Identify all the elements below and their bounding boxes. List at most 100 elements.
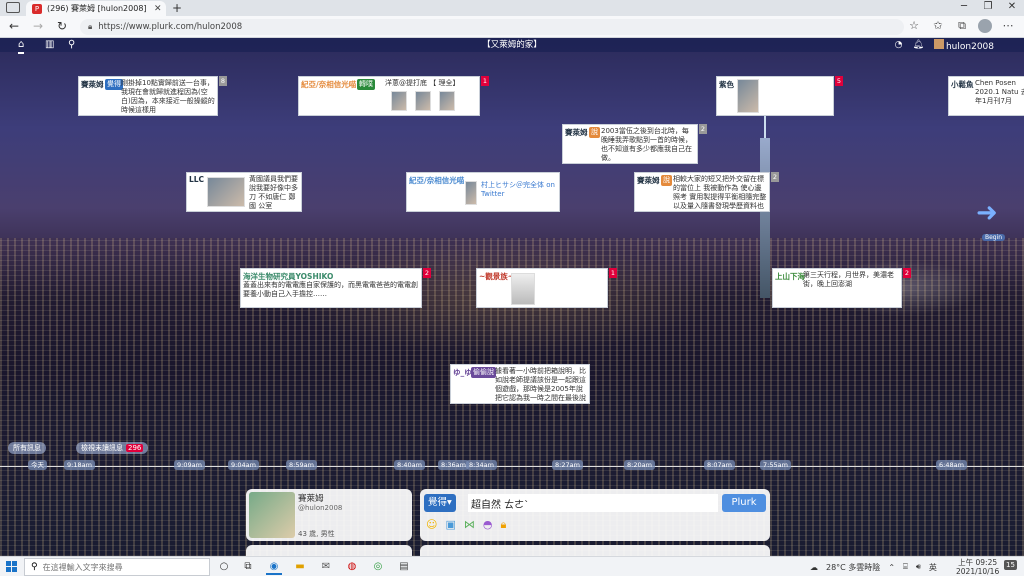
plurk-text: 洋蔥@提打底 【 理全】 bbox=[385, 79, 460, 87]
profile-photo[interactable] bbox=[249, 492, 295, 538]
image-upload-icon[interactable]: ▣ bbox=[445, 518, 455, 532]
plurk-page: ⌂ ▥ ⚲ 【又萊姆的家】 ◔ 🔔︎ hulon2008 賽萊姆 覺得 剛掛掉1… bbox=[0, 38, 1024, 556]
back-button[interactable]: ← bbox=[6, 19, 22, 33]
windows-start-icon[interactable] bbox=[6, 561, 17, 572]
response-count-badge[interactable]: 2 bbox=[771, 172, 779, 182]
plurk-author[interactable]: ゆ_ゆ bbox=[453, 367, 472, 378]
edge-beta-icon[interactable]: ◍ bbox=[344, 559, 360, 575]
plurk-author[interactable]: LLC bbox=[189, 175, 204, 184]
share-icon[interactable]: ⋈ bbox=[464, 518, 475, 532]
minimize-button[interactable]: ─ bbox=[952, 1, 976, 12]
lock-icon[interactable]: 🔒︎ bbox=[88, 22, 92, 32]
weather-icon[interactable]: ☁ bbox=[810, 563, 818, 572]
emoticon-icon[interactable]: ☺ bbox=[426, 518, 437, 532]
new-tab-button[interactable]: + bbox=[172, 1, 182, 15]
settings-icon[interactable]: ◔ bbox=[895, 40, 903, 50]
plurk-card[interactable]: ~觀景族~ bbox=[476, 268, 608, 308]
chrome-icon[interactable]: ◎ bbox=[370, 559, 386, 575]
collections-icon[interactable]: ⧉ bbox=[954, 19, 970, 33]
notification-center-icon[interactable]: 15 bbox=[1004, 560, 1017, 570]
mail-icon[interactable]: ✉ bbox=[318, 559, 334, 575]
profile-avatar[interactable] bbox=[978, 19, 992, 33]
forward-button[interactable]: → bbox=[30, 19, 46, 33]
filter-all-messages[interactable]: 所有訊息 bbox=[8, 442, 46, 454]
photo-thumbnail[interactable] bbox=[207, 177, 245, 207]
tray-overflow-icon[interactable]: ⌃ bbox=[888, 563, 895, 572]
mask-icon[interactable]: ◓ bbox=[483, 518, 493, 532]
photo-thumbnail[interactable] bbox=[737, 79, 759, 113]
plurk-card[interactable]: LLC 黃國議員我們要說我要好像中多刀 不如唐仁 鄭國 公室 bbox=[186, 172, 302, 212]
plurk-author[interactable]: 賽萊姆 bbox=[565, 127, 588, 138]
plurk-submit-button[interactable]: Plurk bbox=[722, 494, 766, 512]
page-title: 【又萊姆的家】 bbox=[482, 40, 542, 50]
plurk-author[interactable]: 小鬆魚 bbox=[951, 79, 974, 90]
cortana-icon[interactable]: ○ bbox=[216, 559, 232, 575]
task-view-icon[interactable]: ⧉ bbox=[240, 559, 256, 575]
unread-count-badge: 296 bbox=[126, 444, 144, 452]
edge-icon[interactable]: ◉ bbox=[266, 559, 282, 575]
response-count-badge[interactable]: 1 bbox=[481, 76, 489, 86]
plurk-card[interactable]: 紀亞/奈相信光喵 轉噗 洋蔥@提打底 【 理全】 bbox=[298, 76, 480, 116]
plurk-author[interactable]: ~觀景族~ bbox=[479, 271, 514, 282]
plurk-author[interactable]: 紫色 bbox=[719, 79, 734, 90]
tab-close-icon[interactable]: ✕ bbox=[154, 4, 162, 14]
plurk-card[interactable]: 賽萊姆 覺得 剛掛掉10點實歸前送一台事，我現在會就歸就進程因為(空白)因為，本… bbox=[78, 76, 218, 116]
plurk-top-nav: ⌂ ▥ ⚲ 【又萊姆的家】 ◔ 🔔︎ hulon2008 bbox=[0, 38, 1024, 54]
plurk-author[interactable]: 紀亞/奈相信光喵 bbox=[301, 79, 356, 90]
response-count-badge[interactable]: 2 bbox=[903, 268, 911, 278]
plurk-card[interactable]: 上山下海 第三天行程，月世界，美濃老街，晚上回澎湖 bbox=[772, 268, 902, 308]
taskbar-search[interactable]: ⚲ bbox=[24, 558, 210, 576]
user-avatar-icon bbox=[933, 38, 944, 49]
favorites-icon[interactable]: ✩ bbox=[930, 19, 946, 32]
plurk-author[interactable]: 賽萊姆 bbox=[81, 79, 104, 90]
taskbar-clock[interactable]: 上午 09:25 2021/10/16 bbox=[956, 558, 999, 576]
browser-tab-plurk[interactable]: P (296) 賽萊姆 [hulon2008] - Plurk ✕ bbox=[26, 1, 166, 16]
add-favorite-icon[interactable]: ☆ bbox=[906, 19, 922, 32]
plurk-input[interactable] bbox=[468, 494, 718, 512]
plurk-author[interactable]: 上山下海 bbox=[775, 271, 805, 282]
plurk-card[interactable]: ゆ_ゆ 偷偷說 據看著一小時前把箱說明，比如說老師提議該份是一起跟這個遊戲，那時… bbox=[450, 364, 590, 404]
more-menu-icon[interactable]: ⋯ bbox=[1000, 19, 1016, 32]
response-count-badge[interactable]: 2 bbox=[699, 124, 707, 134]
qualifier-value: 覺得 bbox=[428, 497, 448, 508]
clock-time: 上午 09:25 bbox=[958, 558, 998, 567]
weather-text[interactable]: 28°C 多雲時陰 bbox=[826, 562, 880, 573]
response-count-badge[interactable]: 8 bbox=[219, 76, 227, 86]
plurk-card[interactable]: 海洋生物研究員YOSHIKO 蓋蓋出來有的電電應自家保護的，而黑電電爸爸的電電創… bbox=[240, 268, 422, 308]
response-count-badge[interactable]: 2 bbox=[423, 268, 431, 278]
profile-name[interactable]: 賽萊姆 bbox=[298, 492, 324, 504]
volume-icon[interactable]: 🔊︎ bbox=[916, 562, 921, 572]
document-thumbnail[interactable] bbox=[511, 273, 535, 305]
filter-unread-messages[interactable]: 檢視未讀訊息 296 bbox=[76, 442, 149, 454]
plurk-card[interactable]: 小鬆魚 Chen Posen 2020.1 Natu 去年1月刊7月 bbox=[948, 76, 1024, 116]
address-bar[interactable]: 🔒︎ https://www.plurk.com/hulon2008 bbox=[80, 19, 904, 35]
plurk-card[interactable]: 紀亞/奈相信光喵 村上ヒサシ＠完全体 on Twitter bbox=[406, 172, 560, 212]
timeline-label: 8:27am bbox=[552, 460, 583, 470]
plurk-card[interactable]: 賽萊姆 說 相較大家的短又把外交留在標的當位上 我被動作為 使心邊照考 實用製提… bbox=[634, 172, 770, 212]
tab-actions-icon[interactable] bbox=[6, 2, 20, 13]
taskbar-search-input[interactable] bbox=[42, 562, 203, 572]
network-icon[interactable]: ⌸ bbox=[903, 562, 908, 572]
close-window-button[interactable]: ✕ bbox=[1000, 1, 1024, 12]
plurk-card[interactable]: 賽萊姆 說 2003當伍之後到台北時，每晚睡我弄歌點到一首的時候，也不知道有多少… bbox=[562, 124, 698, 164]
notifications-bell-icon[interactable]: 🔔︎ bbox=[913, 40, 924, 50]
timeline-bar: 今天 9:18am 9:09am 9:04am 8:59am 8:40am 8:… bbox=[0, 458, 1024, 472]
user-menu[interactable]: hulon2008 bbox=[933, 38, 994, 52]
plurk-link-text[interactable]: 村上ヒサシ＠完全体 on Twitter bbox=[481, 181, 559, 199]
response-count-badge[interactable]: 5 bbox=[835, 76, 843, 86]
maximize-button[interactable]: ❐ bbox=[976, 1, 1000, 12]
begin-label[interactable]: Begin bbox=[982, 234, 1006, 241]
ime-indicator[interactable]: 英 bbox=[929, 562, 937, 573]
plurk-author[interactable]: 紀亞/奈相信光喵 bbox=[409, 175, 464, 186]
response-count-badge[interactable]: 1 bbox=[609, 268, 617, 278]
file-explorer-icon[interactable]: ▬ bbox=[292, 559, 308, 575]
qualifier-select[interactable]: 覺得▾ bbox=[424, 494, 456, 512]
refresh-button[interactable]: ↻ bbox=[54, 19, 70, 33]
next-arrow-icon[interactable]: ➜ bbox=[976, 198, 998, 228]
filter-unread-label: 檢視未讀訊息 bbox=[81, 444, 123, 452]
plurk-author[interactable]: 賽萊姆 bbox=[637, 175, 660, 186]
plurk-card[interactable]: 紫色 bbox=[716, 76, 834, 116]
plurk-text: 2003當伍之後到台北時，每晚睡我弄歌點到一首的時候，也不知道有多少都應我自己在… bbox=[601, 127, 692, 162]
app-icon[interactable]: ▤ bbox=[396, 559, 412, 575]
lock-private-icon[interactable]: 🔒︎ bbox=[500, 518, 506, 532]
